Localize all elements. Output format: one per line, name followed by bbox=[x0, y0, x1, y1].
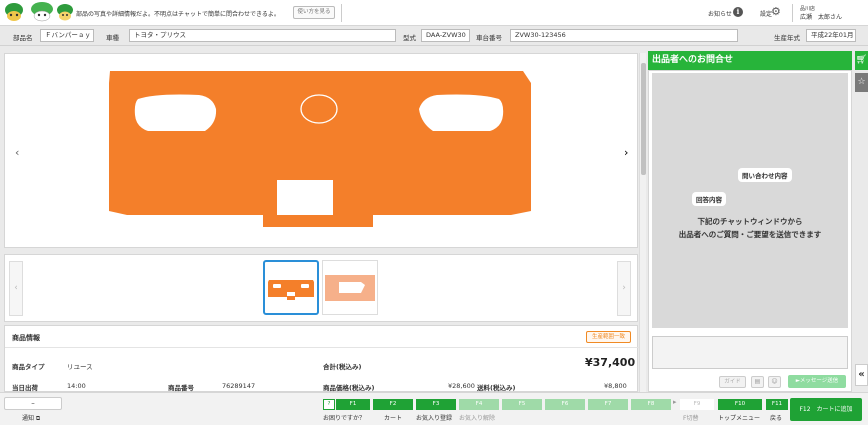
item-price-value: ¥28,600 bbox=[448, 382, 475, 390]
f8-key[interactable]: F8 bbox=[631, 399, 671, 410]
add-to-cart-button[interactable]: F12 カートに追加 bbox=[790, 398, 862, 421]
f10-caption: トップメニュー bbox=[718, 415, 761, 422]
f1-caption: お困りですか？ bbox=[323, 415, 366, 422]
chat-window: 問い合わせ内容 回答内容 下記のチャットウィンドウから 出品者へのご質問・ご要望… bbox=[652, 73, 848, 328]
year-label: 生産年式 bbox=[774, 34, 800, 42]
item-number-value: 76289147 bbox=[222, 382, 256, 390]
seller-chat-panel: 問い合わせ内容 回答内容 下記のチャットウィンドウから 出品者へのご質問・ご要望… bbox=[648, 70, 852, 392]
f4-caption: お気入り解除 bbox=[459, 415, 496, 422]
plate-cutout bbox=[277, 180, 333, 215]
mascot-logo-icon bbox=[5, 3, 23, 21]
thumbnail-bumper-front bbox=[268, 280, 314, 300]
seller-inquiry-title: 出品者へのお問合せ bbox=[648, 51, 852, 70]
total-label: 合計(税込み) bbox=[323, 363, 362, 371]
car-field: トヨタ・プリウス bbox=[129, 29, 396, 42]
info-icon[interactable]: i bbox=[733, 7, 743, 17]
product-info-title: 商品情報 bbox=[12, 334, 40, 342]
notice-footer-label: 通知 bbox=[22, 415, 35, 422]
chevron-left-icon[interactable]: ‹ bbox=[15, 146, 19, 159]
chevron-right-icon[interactable]: › bbox=[624, 146, 628, 159]
f10-key[interactable]: F10 bbox=[718, 399, 762, 410]
f9-caption: F切替 bbox=[683, 415, 699, 422]
guide-button[interactable]: ガイド bbox=[719, 376, 746, 388]
page-scrollbar[interactable] bbox=[639, 53, 646, 392]
user-store: 品川店 bbox=[800, 6, 816, 12]
mascot-small-icon bbox=[57, 4, 73, 21]
f6-key[interactable]: F6 bbox=[545, 399, 585, 410]
total-price: ¥37,400 bbox=[585, 356, 636, 369]
postage-value: ¥8,800 bbox=[604, 382, 627, 390]
function-key-bar: – 通知 ⧉ ? F1 お困りですか？ F2 カート F3 お気入り登録 F4 … bbox=[0, 392, 868, 425]
f2-caption: カート bbox=[384, 415, 403, 422]
f3-caption: お気入り登録 bbox=[416, 415, 453, 422]
header-message: 部品の写真や詳細情報だよ。不明点はチャットで簡単に問合わせできるよ。 bbox=[76, 11, 280, 18]
model-label: 型式 bbox=[403, 34, 416, 42]
scrollbar-thumb[interactable] bbox=[641, 63, 646, 175]
minimize-button[interactable]: – bbox=[4, 397, 62, 410]
thumbnail-2[interactable] bbox=[322, 260, 378, 315]
thumbnail-1[interactable] bbox=[263, 260, 319, 315]
part-name-field: Ｆバンパーａｙ bbox=[40, 29, 94, 42]
thumbnail-bumper-back bbox=[325, 275, 375, 301]
f4-key[interactable]: F4 bbox=[459, 399, 499, 410]
product-info: 商品情報 生産範囲一致 商品タイプ リユース 合計(税込み) ¥37,400 当… bbox=[4, 325, 639, 392]
cart-icon[interactable]: 🛒︎ bbox=[855, 51, 868, 70]
emoji-icon[interactable]: ☺ bbox=[768, 376, 781, 388]
product-type-label: 商品タイプ bbox=[12, 363, 45, 371]
f1-key[interactable]: F1 bbox=[336, 399, 370, 410]
status-badge: 生産範囲一致 bbox=[586, 331, 631, 343]
ship-value: 14:00 bbox=[67, 382, 86, 390]
f3-key[interactable]: F3 bbox=[416, 399, 456, 410]
reply-bubble: 回答内容 bbox=[692, 192, 726, 206]
collapse-icon[interactable]: « bbox=[855, 364, 868, 386]
howto-button[interactable]: 使い方を見る bbox=[293, 6, 335, 19]
f11-key[interactable]: F11 bbox=[766, 399, 788, 410]
model-field: DAA-ZVW30 bbox=[421, 29, 470, 42]
item-number-label: 商品番号 bbox=[168, 384, 194, 392]
send-message-button[interactable]: ►メッセージ送信 bbox=[788, 375, 846, 388]
vehicle-info-bar: 部品名 Ｆバンパーａｙ 車種 トヨタ・プリウス 型式 DAA-ZVW30 車台番… bbox=[0, 26, 868, 46]
postage-label: 送料(税込み) bbox=[477, 384, 516, 392]
gear-icon[interactable]: ⚙ bbox=[771, 6, 781, 18]
part-name-label: 部品名 bbox=[13, 34, 33, 42]
f5-key[interactable]: F5 bbox=[502, 399, 542, 410]
f9-arrow-icon: ▸ bbox=[673, 398, 677, 406]
f7-key[interactable]: F7 bbox=[588, 399, 628, 410]
help-badge[interactable]: ? bbox=[323, 399, 335, 410]
right-light-cutout bbox=[419, 94, 504, 131]
user-name[interactable]: 広瀬 太郎さん bbox=[800, 12, 842, 21]
notice-link[interactable]: お知らせ bbox=[708, 9, 732, 18]
main-image-viewer: ‹ › bbox=[4, 53, 638, 248]
notice-footer-link[interactable]: 通知 ⧉ bbox=[22, 413, 40, 423]
attach-icon[interactable]: ▤ bbox=[751, 376, 764, 388]
chat-hint: 下記のチャットウィンドウから 出品者へのご質問・ご要望を送信できます bbox=[652, 215, 848, 241]
thumb-prev-button[interactable]: ‹ bbox=[9, 261, 23, 316]
thumb-next-button[interactable]: › bbox=[617, 261, 631, 316]
top-bar: 部品の写真や詳細情報だよ。不明点はチャットで簡単に問合わせできるよ。 使い方を見… bbox=[0, 0, 868, 26]
ship-label: 当日出荷 bbox=[12, 384, 38, 392]
year-field: 平成22年01月 bbox=[806, 29, 856, 42]
item-price-label: 商品価格(税込み) bbox=[323, 384, 375, 392]
bumper-image bbox=[109, 71, 531, 227]
f2-key[interactable]: F2 bbox=[373, 399, 413, 410]
f11-caption: 戻る bbox=[770, 415, 783, 422]
mascot-icon bbox=[31, 2, 53, 22]
car-label: 車種 bbox=[106, 34, 119, 42]
left-light-cutout bbox=[134, 94, 217, 131]
product-type-value: リユース bbox=[67, 363, 93, 371]
chassis-field: ZVW30-123456 bbox=[510, 29, 738, 42]
divider bbox=[5, 347, 639, 348]
star-icon[interactable]: ☆ bbox=[855, 73, 868, 92]
message-input[interactable] bbox=[652, 336, 848, 369]
inquiry-bubble: 問い合わせ内容 bbox=[738, 168, 792, 182]
chat-hint-line2: 出品者へのご質問・ご要望を送信できます bbox=[678, 230, 822, 239]
divider bbox=[341, 4, 342, 22]
chat-hint-line1: 下記のチャットウィンドウから bbox=[697, 217, 803, 226]
f9-key[interactable]: F9 bbox=[680, 399, 714, 410]
thumbnail-strip: ‹ › bbox=[4, 254, 638, 322]
chassis-label: 車台番号 bbox=[476, 34, 502, 42]
divider bbox=[792, 4, 793, 22]
